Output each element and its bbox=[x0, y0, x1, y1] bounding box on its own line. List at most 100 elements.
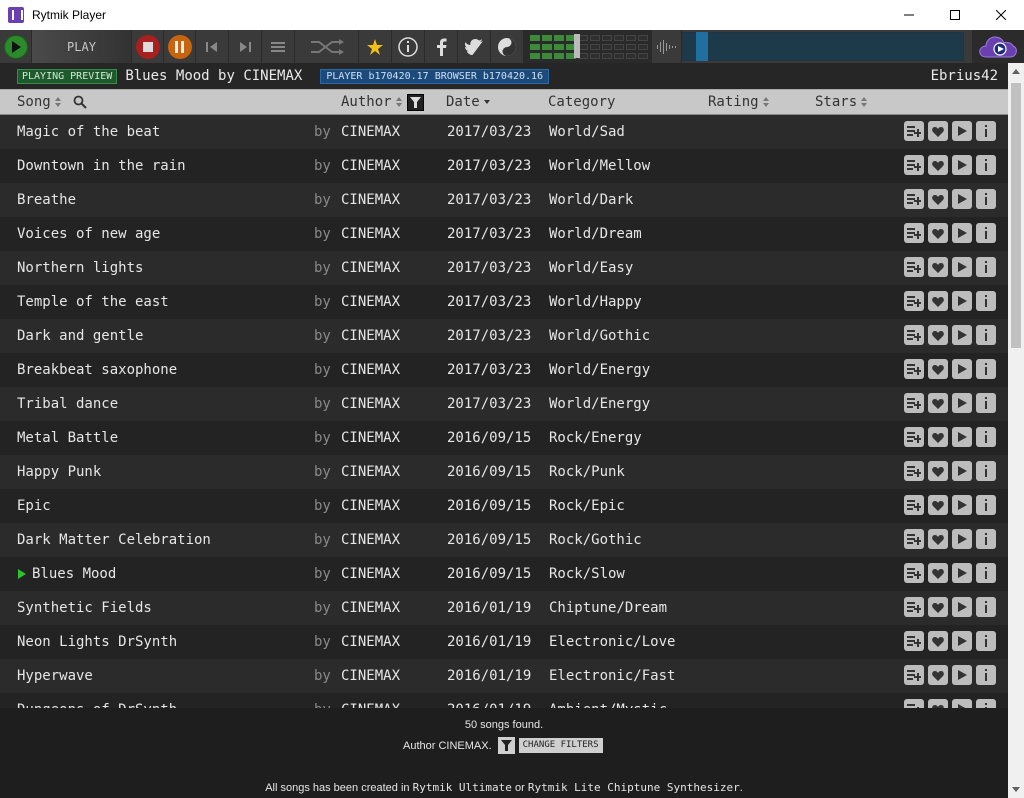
play-song-button[interactable] bbox=[952, 393, 972, 413]
favorite-button[interactable] bbox=[928, 291, 948, 311]
favorite-button[interactable] bbox=[928, 665, 948, 685]
facebook-button[interactable] bbox=[425, 30, 458, 63]
favorite-button[interactable] bbox=[928, 699, 948, 708]
add-to-playlist-button[interactable] bbox=[904, 359, 924, 379]
favorite-button[interactable] bbox=[928, 155, 948, 175]
song-row[interactable]: Breakbeat saxophone by CINEMAX 2017/03/23 Wo… bbox=[0, 353, 1008, 387]
column-stars[interactable]: Stars bbox=[815, 94, 869, 110]
favorite-button[interactable] bbox=[928, 359, 948, 379]
add-to-playlist-button[interactable] bbox=[904, 393, 924, 413]
scrollbar-thumb[interactable] bbox=[1011, 83, 1021, 348]
song-info-button[interactable] bbox=[976, 189, 996, 209]
add-to-playlist-button[interactable] bbox=[904, 461, 924, 481]
previous-button[interactable] bbox=[196, 30, 229, 63]
song-row[interactable]: Hyperwave by CINEMAX 2016/01/19 Electronic/F… bbox=[0, 659, 1008, 693]
play-song-button[interactable] bbox=[952, 631, 972, 651]
song-info-button[interactable] bbox=[976, 597, 996, 617]
favorite-button[interactable] bbox=[928, 121, 948, 141]
column-author[interactable]: Author bbox=[341, 94, 404, 110]
shuffle-button[interactable] bbox=[295, 30, 359, 63]
song-row[interactable]: Tribal dance by CINEMAX 2017/03/23 World/Ene… bbox=[0, 387, 1008, 421]
scroll-up-button[interactable] bbox=[1008, 63, 1024, 80]
add-to-playlist-button[interactable] bbox=[904, 699, 924, 708]
favorite-button[interactable] bbox=[928, 223, 948, 243]
favorite-button[interactable] bbox=[928, 631, 948, 651]
add-to-playlist-button[interactable] bbox=[904, 665, 924, 685]
vertical-scrollbar[interactable] bbox=[1008, 63, 1024, 798]
add-to-playlist-button[interactable] bbox=[904, 257, 924, 277]
song-row[interactable]: Breathe by CINEMAX 2017/03/23 World/Dark bbox=[0, 183, 1008, 217]
favorites-button[interactable] bbox=[359, 30, 392, 63]
favorite-button[interactable] bbox=[928, 325, 948, 345]
equalizer-display[interactable] bbox=[524, 30, 652, 63]
play-song-button[interactable] bbox=[952, 665, 972, 685]
close-button[interactable] bbox=[978, 0, 1024, 30]
author-filter-button[interactable] bbox=[407, 94, 424, 111]
favorite-button[interactable] bbox=[928, 461, 948, 481]
column-song[interactable]: Song bbox=[17, 94, 87, 110]
song-info-button[interactable] bbox=[976, 257, 996, 277]
play-song-button[interactable] bbox=[952, 189, 972, 209]
play-song-button[interactable] bbox=[952, 597, 972, 617]
song-row[interactable]: Blues Mood by CINEMAX 2016/09/15 Rock/Slow bbox=[0, 557, 1008, 591]
song-row[interactable]: Temple of the east by CINEMAX 2017/03/23 Wor… bbox=[0, 285, 1008, 319]
favorite-button[interactable] bbox=[928, 495, 948, 515]
favorite-button[interactable] bbox=[928, 189, 948, 209]
song-info-button[interactable] bbox=[976, 223, 996, 243]
add-to-playlist-button[interactable] bbox=[904, 189, 924, 209]
add-to-playlist-button[interactable] bbox=[904, 427, 924, 447]
add-to-playlist-button[interactable] bbox=[904, 529, 924, 549]
search-icon[interactable] bbox=[73, 95, 87, 109]
play-song-button[interactable] bbox=[952, 121, 972, 141]
play-song-button[interactable] bbox=[952, 155, 972, 175]
cloud-button[interactable] bbox=[972, 30, 1024, 63]
song-info-button[interactable] bbox=[976, 359, 996, 379]
song-row[interactable]: Happy Punk by CINEMAX 2016/09/15 Rock/Punk bbox=[0, 455, 1008, 489]
maximize-button[interactable] bbox=[932, 0, 978, 30]
stop-button[interactable] bbox=[132, 30, 164, 63]
song-row[interactable]: Metal Battle by CINEMAX 2016/09/15 Rock/Ener… bbox=[0, 421, 1008, 455]
play-song-button[interactable] bbox=[952, 461, 972, 481]
scroll-down-button[interactable] bbox=[1008, 781, 1024, 798]
play-button[interactable] bbox=[0, 30, 32, 63]
song-info-button[interactable] bbox=[976, 393, 996, 413]
song-info-button[interactable] bbox=[976, 529, 996, 549]
play-song-button[interactable] bbox=[952, 291, 972, 311]
add-to-playlist-button[interactable] bbox=[904, 291, 924, 311]
play-song-button[interactable] bbox=[952, 223, 972, 243]
pause-button[interactable] bbox=[164, 30, 196, 63]
song-info-button[interactable] bbox=[976, 699, 996, 708]
add-to-playlist-button[interactable] bbox=[904, 495, 924, 515]
song-info-button[interactable] bbox=[976, 427, 996, 447]
favorite-button[interactable] bbox=[928, 257, 948, 277]
song-info-button[interactable] bbox=[976, 631, 996, 651]
play-song-button[interactable] bbox=[952, 325, 972, 345]
song-row[interactable]: Epic by CINEMAX 2016/09/15 Rock/Epic bbox=[0, 489, 1008, 523]
song-row[interactable]: Voices of new age by CINEMAX 2017/03/23 Worl… bbox=[0, 217, 1008, 251]
song-info-button[interactable] bbox=[976, 325, 996, 345]
next-button[interactable] bbox=[229, 30, 262, 63]
favorite-button[interactable] bbox=[928, 427, 948, 447]
column-category[interactable]: Category bbox=[548, 94, 615, 110]
favorite-button[interactable] bbox=[928, 563, 948, 583]
play-label-button[interactable]: PLAY bbox=[32, 30, 132, 63]
song-row[interactable]: Dark and gentle by CINEMAX 2017/03/23 World/… bbox=[0, 319, 1008, 353]
song-info-button[interactable] bbox=[976, 291, 996, 311]
add-to-playlist-button[interactable] bbox=[904, 325, 924, 345]
add-to-playlist-button[interactable] bbox=[904, 597, 924, 617]
twitter-button[interactable] bbox=[458, 30, 491, 63]
column-date[interactable]: Date bbox=[446, 94, 492, 110]
minimize-button[interactable] bbox=[886, 0, 932, 30]
song-row[interactable]: Dungeons of DrSynthbyCINEMAX2016/01/19Am… bbox=[0, 693, 1008, 708]
add-to-playlist-button[interactable] bbox=[904, 121, 924, 141]
favorite-button[interactable] bbox=[928, 393, 948, 413]
add-to-playlist-button[interactable] bbox=[904, 631, 924, 651]
play-song-button[interactable] bbox=[952, 257, 972, 277]
add-to-playlist-button[interactable] bbox=[904, 563, 924, 583]
song-row[interactable]: Synthetic Fields by CINEMAX 2016/01/19 Chipt… bbox=[0, 591, 1008, 625]
add-to-playlist-button[interactable] bbox=[904, 223, 924, 243]
song-info-button[interactable] bbox=[976, 495, 996, 515]
song-row[interactable]: Magic of the beat by CINEMAX 2017/03/23 Worl… bbox=[0, 115, 1008, 149]
play-song-button[interactable] bbox=[952, 427, 972, 447]
play-song-button[interactable] bbox=[952, 563, 972, 583]
